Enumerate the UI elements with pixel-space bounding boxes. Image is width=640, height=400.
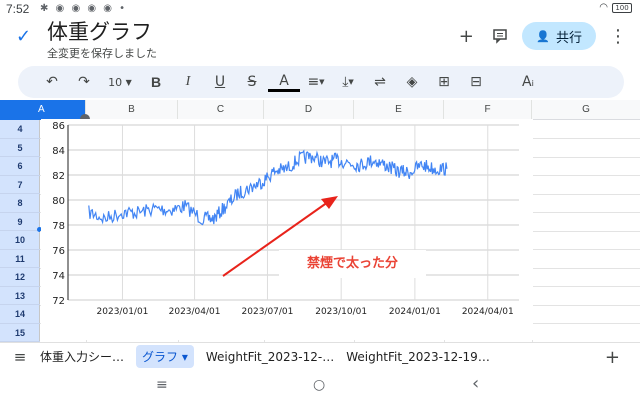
chevron-down-icon: ▼ bbox=[348, 78, 354, 86]
recents-icon[interactable]: ≡ bbox=[156, 377, 168, 393]
chevron-down-icon: ▼ bbox=[319, 78, 325, 86]
sheet-tab[interactable]: 体重入力シー… bbox=[40, 348, 124, 365]
undo-icon[interactable]: ↶ bbox=[36, 70, 68, 94]
strikethrough-button[interactable]: S bbox=[236, 70, 268, 94]
insert-row-icon[interactable]: ⊟ bbox=[460, 70, 492, 94]
x-tick-label: 2024/04/01 bbox=[462, 307, 514, 317]
status-time: 7:52 bbox=[6, 2, 30, 16]
redo-icon[interactable]: ↷ bbox=[68, 70, 100, 94]
align-button[interactable]: ≡ ▼ bbox=[300, 70, 332, 94]
y-tick-label: 80 bbox=[52, 196, 65, 207]
all-sheets-menu-icon[interactable]: ≡ bbox=[0, 348, 40, 366]
insert-plus-icon[interactable]: + bbox=[454, 24, 478, 48]
text-format-icon[interactable]: Aᵢ bbox=[512, 70, 544, 94]
column-header[interactable]: D bbox=[264, 100, 354, 120]
vertical-align-button[interactable]: ⤓ ▼ bbox=[332, 70, 364, 94]
align-left-icon: ≡ bbox=[307, 74, 320, 90]
top-actions: + 👤 共行 ⋮ bbox=[454, 22, 630, 50]
chevron-down-icon: ▼ bbox=[125, 77, 132, 87]
formatting-toolbar: ↶ ↷ 10 ▼ B I U S A ≡ ▼ ⤓ ▼ ⇌ ◈ ⊞ ⊟ Aᵢ bbox=[18, 66, 624, 98]
column-header[interactable]: F bbox=[444, 100, 532, 120]
system-nav-bar: ≡ ○ ‹ bbox=[0, 372, 640, 400]
row-header[interactable]: 8 bbox=[0, 194, 40, 213]
notification-icons: ✱ ◉ ◉ ◉ ◉ • bbox=[40, 3, 128, 14]
row-header[interactable]: 9 bbox=[0, 213, 40, 231]
column-header[interactable]: A bbox=[0, 100, 86, 120]
row-header[interactable]: 4 bbox=[0, 120, 40, 139]
back-icon[interactable]: ‹ bbox=[472, 373, 479, 394]
weight-line-chart[interactable]: 72 74 76 78 80 82 84 86 2023/01/01 2023/04/01 2023… bbox=[41, 119, 533, 340]
row-header-bar: 4 5 6 7 8 9 10 11 12 13 14 15 bbox=[0, 120, 40, 342]
share-label: 共行 bbox=[555, 30, 582, 46]
bold-button[interactable]: B bbox=[140, 70, 172, 94]
x-tick-label: 2023/07/01 bbox=[242, 307, 294, 317]
sheet-tab-active[interactable]: グラフ ▾ bbox=[136, 345, 194, 368]
y-tick-label: 82 bbox=[52, 171, 65, 182]
add-sheet-button[interactable]: + bbox=[605, 347, 620, 368]
sheet-tab[interactable]: WeightFit_2023-12-… bbox=[206, 350, 334, 364]
sheet-tab[interactable]: WeightFit_2023-12-19… bbox=[346, 350, 490, 364]
share-button[interactable]: 👤 共行 bbox=[522, 22, 596, 50]
italic-button[interactable]: I bbox=[172, 70, 204, 94]
x-tick-label: 2023/10/01 bbox=[315, 307, 367, 317]
column-header[interactable]: G bbox=[532, 100, 640, 120]
battery-icon: 100 bbox=[612, 2, 632, 13]
x-tick-label: 2024/01/01 bbox=[389, 307, 441, 317]
row-header[interactable]: 7 bbox=[0, 176, 40, 194]
person-add-icon: 👤 bbox=[536, 29, 550, 43]
column-header[interactable]: B bbox=[86, 100, 178, 120]
y-tick-label: 86 bbox=[52, 121, 65, 132]
row-header[interactable]: 5 bbox=[0, 139, 40, 157]
row-header[interactable]: 6 bbox=[0, 157, 40, 176]
save-status: 全変更を保存しました bbox=[47, 47, 157, 60]
row-header[interactable]: 14 bbox=[0, 305, 40, 324]
y-tick-label: 78 bbox=[52, 221, 65, 232]
insert-column-icon[interactable]: ⊞ bbox=[428, 70, 460, 94]
chart-annotation: 禁煙で太った分 bbox=[279, 250, 426, 278]
chart-canvas: 72 74 76 78 80 82 84 86 2023/01/01 2023/04/01 2023… bbox=[52, 121, 519, 317]
column-header-bar: A B C D E F G bbox=[0, 100, 640, 124]
home-icon[interactable]: ○ bbox=[313, 377, 325, 393]
x-tick-label: 2023/01/01 bbox=[97, 307, 149, 317]
fill-color-icon[interactable]: ◈ bbox=[396, 70, 428, 94]
text-wrap-icon[interactable]: ⇌ bbox=[364, 70, 396, 94]
column-header[interactable]: C bbox=[178, 100, 264, 120]
sheet-tab-bar: ≡ 体重入力シー… グラフ ▾ WeightFit_2023-12-… Weig… bbox=[0, 342, 640, 370]
row-header[interactable]: 13 bbox=[0, 287, 40, 305]
document-title[interactable]: 体重グラフ bbox=[47, 16, 152, 46]
y-tick-label: 74 bbox=[52, 271, 65, 282]
checkmark-done-icon[interactable]: ✓ bbox=[16, 26, 31, 47]
font-size-select[interactable]: 10 ▼ bbox=[100, 70, 140, 94]
wifi-icon: ◠ bbox=[599, 2, 608, 13]
font-size-value: 10 bbox=[108, 75, 123, 89]
system-tray: ◠ 100 bbox=[599, 2, 632, 13]
text-color-button[interactable]: A bbox=[268, 72, 300, 92]
row-header[interactable]: 15 bbox=[0, 324, 40, 342]
y-tick-label: 84 bbox=[52, 146, 65, 157]
row-header[interactable]: 12 bbox=[0, 268, 40, 287]
comment-icon[interactable] bbox=[488, 24, 512, 48]
underline-button[interactable]: U bbox=[204, 70, 236, 94]
row-header[interactable]: 11 bbox=[0, 250, 40, 268]
x-tick-label: 2023/04/01 bbox=[169, 307, 221, 317]
column-header[interactable]: E bbox=[354, 100, 444, 120]
annotation-arrowhead bbox=[321, 196, 338, 209]
more-vert-icon[interactable]: ⋮ bbox=[606, 24, 630, 48]
row-header[interactable]: 10 bbox=[0, 231, 40, 250]
y-tick-label: 72 bbox=[52, 296, 65, 307]
y-tick-label: 76 bbox=[52, 246, 65, 257]
